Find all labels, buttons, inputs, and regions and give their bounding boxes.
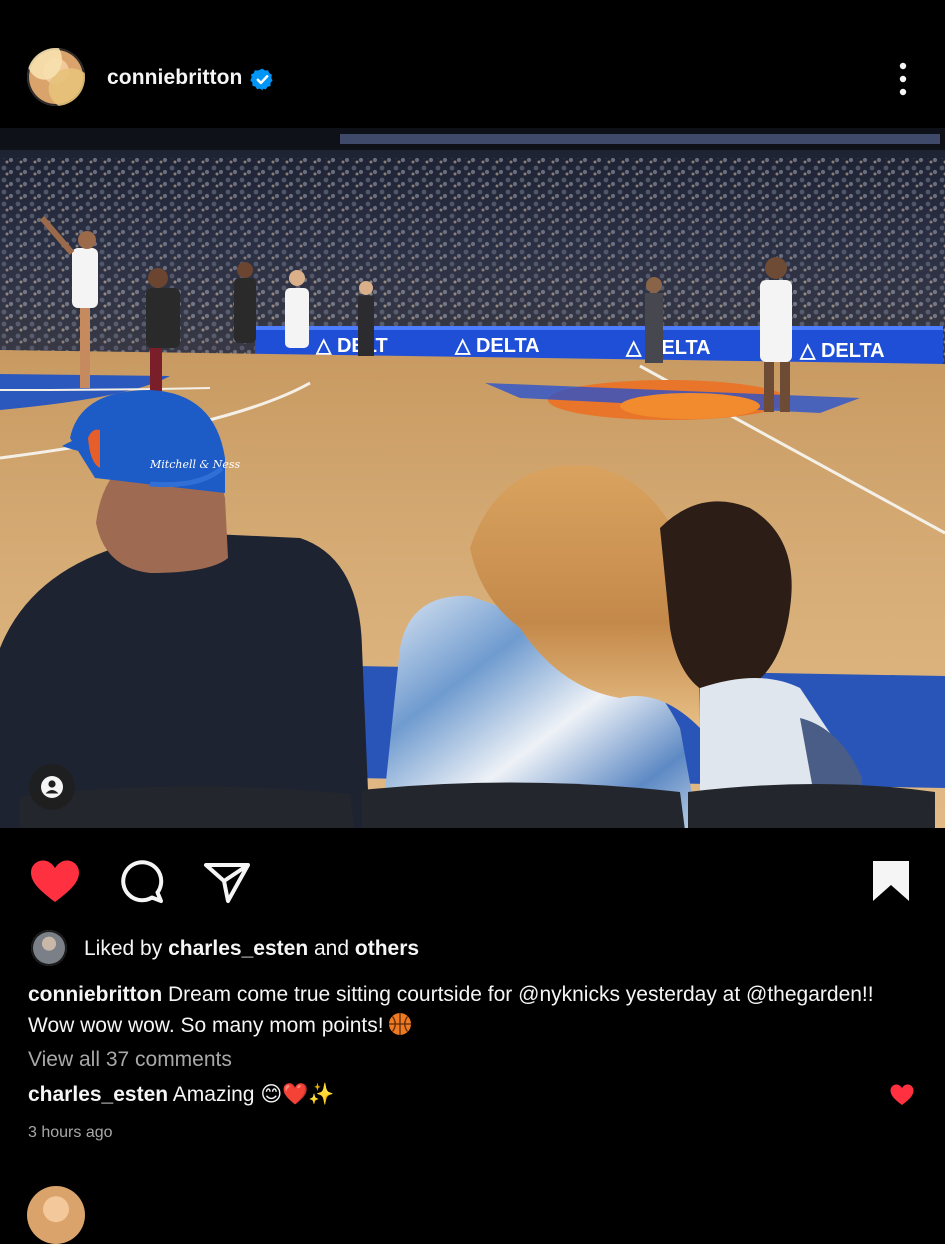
- share-button[interactable]: [202, 859, 252, 905]
- comment-emoji: 😊❤️✨: [260, 1083, 335, 1106]
- comment-text: Amazing: [168, 1083, 261, 1106]
- banner-text-1: △ DELTA: [454, 335, 540, 357]
- likes-others-link[interactable]: others: [355, 937, 419, 960]
- comment-username[interactable]: charles_esten: [28, 1083, 168, 1106]
- profile-avatar[interactable]: [27, 48, 85, 106]
- user-tag-icon: [41, 776, 63, 798]
- banner-text-partial: △ DELT: [315, 335, 388, 357]
- view-all-comments-link[interactable]: View all 37 comments: [28, 1048, 232, 1072]
- next-post-avatar[interactable]: [27, 1186, 85, 1244]
- post-header: conniebritton: [0, 0, 945, 128]
- liker-avatar[interactable]: [31, 930, 67, 966]
- like-button[interactable]: [30, 859, 80, 905]
- post-timestamp: 3 hours ago: [28, 1124, 113, 1141]
- basketball-emoji-icon: [388, 1013, 411, 1035]
- user-tag-button[interactable]: [29, 764, 75, 810]
- caption-username[interactable]: conniebritton: [28, 983, 162, 1006]
- liker-username[interactable]: charles_esten: [168, 937, 308, 960]
- top-comment: charles_esten Amazing 😊❤️✨: [28, 1082, 918, 1112]
- save-button[interactable]: [869, 858, 913, 904]
- action-bar: [0, 838, 945, 928]
- post-photo[interactable]: △ DELT △ DELTA △ DELTA △ DELTA Mitchell …: [0, 128, 945, 838]
- more-options-button[interactable]: [889, 60, 917, 98]
- post-caption: conniebritton Dream come true sitting co…: [28, 979, 908, 1041]
- svg-text:Mitchell & Ness: Mitchell & Ness: [149, 458, 241, 471]
- likes-text: Liked by charles_esten and others: [84, 937, 420, 960]
- likes-summary[interactable]: Liked by charles_esten and others: [31, 930, 911, 966]
- post-username[interactable]: conniebritton: [107, 66, 242, 90]
- verified-badge-icon: [250, 68, 273, 91]
- banner-text-2: △ DELTA: [625, 337, 711, 359]
- comment-like-button[interactable]: [890, 1084, 914, 1106]
- banner-text-3: △ DELTA: [799, 340, 885, 362]
- basketball-court-photo: △ DELT △ DELTA △ DELTA △ DELTA Mitchell …: [0, 128, 945, 838]
- comment-button[interactable]: [116, 859, 166, 905]
